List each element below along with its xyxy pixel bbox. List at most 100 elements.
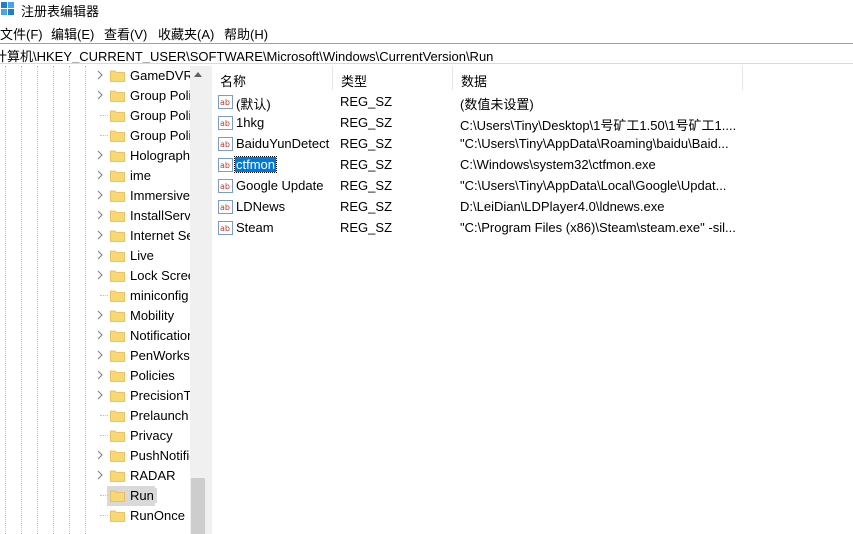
address-bar[interactable]: 计算机\HKEY_CURRENT_USER\SOFTWARE\Microsoft… — [0, 43, 853, 64]
chevron-right-icon[interactable] — [95, 309, 105, 321]
tree-item-label: PrecisionTouchPad — [130, 388, 190, 403]
folder-icon — [110, 330, 125, 342]
string-value-icon: ab — [218, 95, 233, 109]
value-row[interactable]: ab BaiduYunDetect REG_SZ "C:\Users\Tiny\App… — [212, 134, 853, 155]
column-header-name[interactable]: 名称 — [212, 66, 333, 90]
folder-icon — [110, 190, 125, 202]
value-name: Steam — [236, 220, 274, 235]
tree-item[interactable]: RunOnce — [0, 506, 190, 526]
string-value-icon: ab — [218, 116, 233, 130]
chevron-right-icon[interactable] — [95, 69, 105, 81]
column-header-type[interactable]: 类型 — [333, 66, 453, 90]
tree-item[interactable]: Lock Screen — [0, 266, 190, 286]
tree-item[interactable]: Group Policy — [0, 126, 190, 146]
chevron-right-icon[interactable] — [95, 229, 105, 241]
column-name-label: 名称 — [220, 74, 247, 89]
folder-icon — [110, 290, 125, 302]
folder-icon — [110, 510, 125, 522]
menu-file[interactable]: 文件(F) — [0, 24, 43, 43]
tree-scrollbar[interactable] — [190, 66, 206, 534]
menu-view[interactable]: 查看(V) — [104, 24, 147, 43]
chevron-right-icon[interactable] — [95, 389, 105, 401]
folder-icon — [110, 490, 125, 502]
tree-item[interactable]: Notifications — [0, 326, 190, 346]
value-row[interactable]: ab (默认) REG_SZ (数值未设置) — [212, 92, 853, 113]
values-list[interactable]: 名称 类型 数据 ab (默认) REG_SZ (数值未设置) ab 1hkg REG_SZ… — [212, 66, 853, 534]
chevron-right-icon[interactable] — [95, 169, 105, 181]
chevron-right-icon[interactable] — [95, 269, 105, 281]
value-data: C:\Windows\system32\ctfmon.exe — [460, 157, 656, 172]
tree-item-label: RunOnce — [130, 508, 185, 523]
tree-item[interactable]: PushNotifications — [0, 446, 190, 466]
folder-icon — [110, 150, 125, 162]
value-name: 1hkg — [236, 115, 265, 130]
chevron-right-icon[interactable] — [95, 149, 105, 161]
tree-item[interactable]: PrecisionTouchPad — [0, 386, 190, 406]
tree-item[interactable]: InstallService — [0, 206, 190, 226]
scrollbar-thumb[interactable] — [191, 478, 205, 534]
tree-item[interactable]: Group Policy — [0, 106, 190, 126]
folder-icon — [110, 230, 125, 242]
tree-item-label: Privacy — [130, 428, 173, 443]
value-row[interactable]: ab ctfmon REG_SZ C:\Windows\system32\ctfmon… — [212, 155, 853, 176]
tree-item-label: RADAR — [130, 468, 176, 483]
tree-connector — [100, 415, 108, 416]
tree-item[interactable]: Prelaunch — [0, 406, 190, 426]
value-row[interactable]: ab LDNews REG_SZ D:\LeiDian\LDPlayer4.0\ldn… — [212, 197, 853, 218]
tree-item[interactable]: ime — [0, 166, 190, 186]
tree-item[interactable]: miniconfig — [0, 286, 190, 306]
tree-item[interactable]: RADAR — [0, 466, 190, 486]
tree-connector — [100, 135, 108, 136]
title-bar[interactable]: 注册表编辑器 — [0, 0, 853, 20]
tree-connector — [100, 295, 108, 296]
folder-icon — [110, 390, 125, 402]
menu-edit[interactable]: 编辑(E) — [51, 24, 94, 43]
key-tree[interactable]: GameDVR Group Policy Group Policy Group Pol… — [0, 66, 205, 534]
chevron-right-icon[interactable] — [95, 449, 105, 461]
string-value-icon: ab — [218, 200, 233, 214]
tree-item[interactable]: Group Policy — [0, 86, 190, 106]
column-data-label: 数据 — [461, 74, 488, 89]
menu-favorites[interactable]: 收藏夹(A) — [158, 24, 214, 43]
folder-icon — [110, 90, 125, 102]
tree-item[interactable]: Live — [0, 246, 190, 266]
tree-item[interactable]: Immersive — [0, 186, 190, 206]
tree-item-label: PenWorkspace — [130, 348, 190, 363]
chevron-right-icon[interactable] — [95, 329, 105, 341]
chevron-right-icon[interactable] — [95, 369, 105, 381]
value-data: "C:\Users\Tiny\AppData\Local\Google\Upda… — [460, 178, 727, 193]
tree-item[interactable]: PenWorkspace — [0, 346, 190, 366]
value-data: "C:\Users\Tiny\AppData\Roaming\baidu\Bai… — [460, 136, 729, 151]
tree-item[interactable]: Mobility — [0, 306, 190, 326]
value-row[interactable]: ab Steam REG_SZ "C:\Program Files (x86)\Ste… — [212, 218, 853, 239]
chevron-right-icon[interactable] — [95, 249, 105, 261]
chevron-right-icon[interactable] — [95, 89, 105, 101]
tree-item[interactable]: Policies — [0, 366, 190, 386]
chevron-right-icon[interactable] — [95, 189, 105, 201]
string-value-icon: ab — [218, 137, 233, 151]
value-name: Google Update — [236, 178, 324, 193]
tree-item[interactable]: Internet Settings — [0, 226, 190, 246]
scroll-up-icon[interactable] — [194, 72, 202, 77]
value-row[interactable]: ab 1hkg REG_SZ C:\Users\Tiny\Desktop\1号矿工1.… — [212, 113, 853, 134]
value-data: D:\LeiDian\LDPlayer4.0\ldnews.exe — [460, 199, 665, 214]
column-header-data[interactable]: 数据 — [453, 66, 743, 90]
value-type: REG_SZ — [340, 94, 393, 109]
menu-help[interactable]: 帮助(H) — [224, 24, 268, 43]
tree-item[interactable]: Run — [0, 486, 190, 506]
value-type: REG_SZ — [340, 199, 393, 214]
tree-item-label: Group Policy — [130, 128, 190, 143]
value-data: "C:\Program Files (x86)\Steam\steam.exe"… — [460, 220, 736, 235]
chevron-right-icon[interactable] — [95, 349, 105, 361]
value-type: REG_SZ — [340, 178, 393, 193]
chevron-right-icon[interactable] — [95, 209, 105, 221]
tree-item[interactable]: Privacy — [0, 426, 190, 446]
tree-item[interactable]: GameDVR — [0, 66, 190, 86]
tree-connector — [100, 435, 108, 436]
chevron-right-icon[interactable] — [95, 469, 105, 481]
value-name: ctfmon — [233, 156, 278, 173]
tree-item[interactable]: Holographic — [0, 146, 190, 166]
folder-icon — [110, 470, 125, 482]
value-row[interactable]: ab Google Update REG_SZ "C:\Users\Tiny\AppD… — [212, 176, 853, 197]
tree-item-label: Live — [130, 248, 154, 263]
